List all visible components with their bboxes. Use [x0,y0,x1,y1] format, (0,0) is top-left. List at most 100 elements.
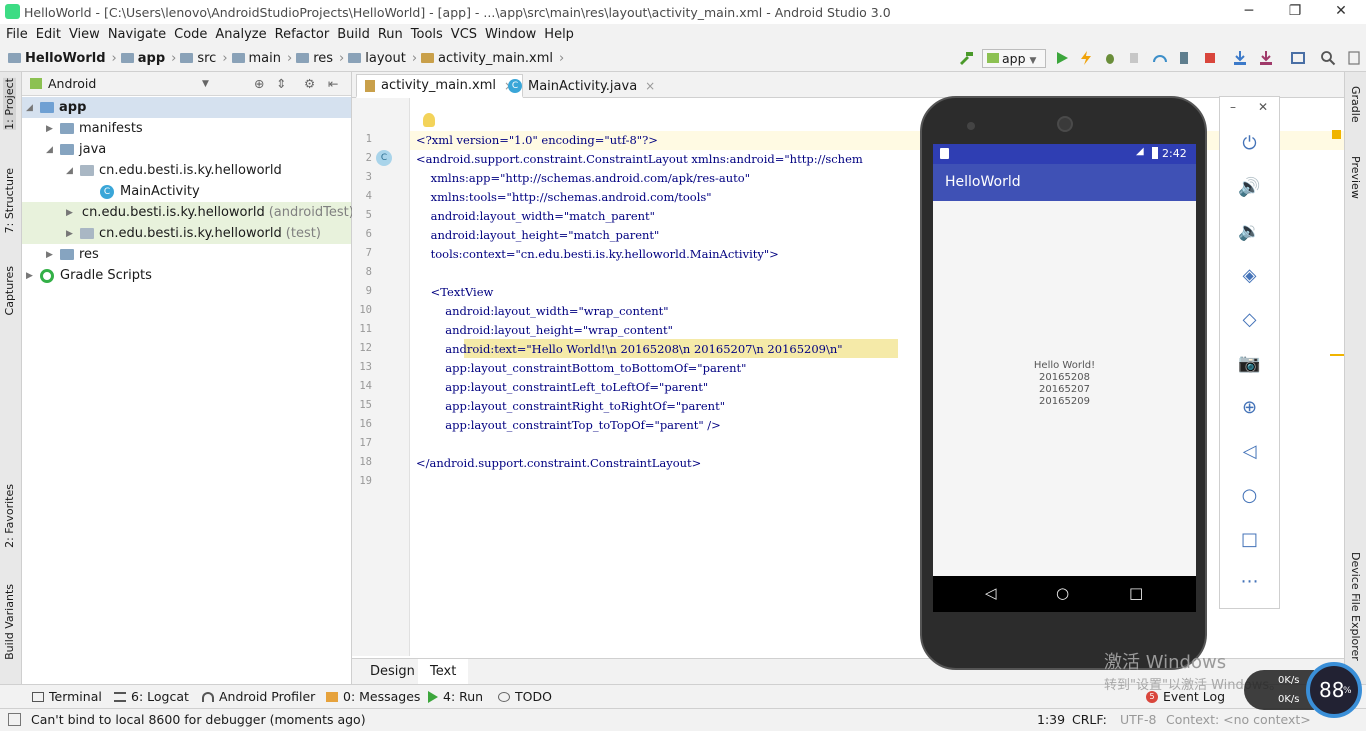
home-icon[interactable]: ○ [1056,584,1069,602]
tab-activity-main-xml[interactable]: activity_main.xml× [356,74,524,98]
tool-preview[interactable]: Preview [1349,156,1362,199]
project-structure-icon[interactable] [1290,50,1306,66]
menu-vcs[interactable]: VCS [451,27,477,42]
stop-icon[interactable] [1202,50,1218,66]
menu-navigate[interactable]: Navigate [108,27,166,42]
rotate-right-icon[interactable]: ◇ [1220,309,1279,330]
tool-structure[interactable]: 7: Structure [3,168,16,233]
sync-gradle-icon[interactable] [1232,50,1248,66]
breadcrumb-res[interactable]: res › [296,51,344,66]
tool-captures[interactable]: Captures [3,266,16,315]
run-icon[interactable] [1054,50,1070,66]
recents-icon[interactable]: □ [1129,584,1143,602]
minimize-button[interactable]: ─ [1226,0,1272,24]
tree-item-package-test[interactable]: ▶ cn.edu.besti.is.ky.helloworld (test) [22,223,351,244]
tool-favorites[interactable]: 2: Favorites [3,484,16,548]
tool-messages[interactable]: 0: Messages [326,689,420,704]
tab-text[interactable]: Text [418,659,469,685]
project-view-select[interactable]: Android [48,76,96,91]
build-hammer-icon[interactable] [958,50,974,66]
panel-toggle-icon[interactable] [1346,50,1362,66]
menu-view[interactable]: View [69,27,100,42]
status-message[interactable]: Can't bind to local 8600 for debugger (m… [31,712,366,727]
lightbulb-icon[interactable] [423,113,435,127]
tool-logcat[interactable]: 6: Logcat [114,689,189,704]
tool-run[interactable]: 4: Run [428,689,483,704]
tree-item-gradle-scripts[interactable]: ▶ Gradle Scripts [22,265,351,286]
restore-button[interactable]: ❐ [1272,0,1318,24]
menu-run[interactable]: Run [378,27,403,42]
menu-refactor[interactable]: Refactor [275,27,330,42]
tab-design[interactable]: Design [358,659,427,685]
menu-window[interactable]: Window [485,27,536,42]
close-button[interactable]: ✕ [1318,0,1364,24]
tool-todo[interactable]: TODO [498,689,552,704]
scroll-from-source-icon[interactable]: ⊕ [254,76,264,91]
gear-icon[interactable]: ⚙ [304,76,315,91]
search-icon[interactable] [1320,50,1336,66]
tree-item-app[interactable]: ◢ app [22,97,351,118]
attach-process-icon[interactable] [1176,50,1192,66]
breadcrumb-file[interactable]: activity_main.xml › [421,51,564,66]
power-icon[interactable]: ⏻ [1220,133,1279,154]
home-icon[interactable]: ○ [1220,485,1279,506]
zoom-icon[interactable]: ⊕ [1220,397,1279,418]
tree-item-java[interactable]: ◢ java [22,139,351,160]
left-tool-strip: 1: Project 7: Structure Captures 2: Favo… [0,72,22,684]
menu-edit[interactable]: Edit [36,27,61,42]
camera-icon[interactable]: 📷 [1220,353,1279,374]
tab-mainactivity-java[interactable]: C MainActivity.java × [500,74,663,98]
menu-tools[interactable]: Tools [411,27,443,42]
breadcrumb-src[interactable]: src › [180,51,228,66]
volume-down-icon[interactable]: 🔉 [1220,221,1279,242]
menu-build[interactable]: Build [337,27,370,42]
tree-item-package-androidtest[interactable]: ▶ cn.edu.besti.is.ky.helloworld (androidTe… [22,202,354,223]
sdk-manager-icon[interactable] [1258,50,1274,66]
back-icon[interactable]: ◁ [985,584,997,602]
minimize-emulator-button[interactable]: – [1230,100,1236,114]
speaker-icon [1057,116,1073,132]
volume-up-icon[interactable]: 🔊 [1220,177,1279,198]
tree-item-mainactivity[interactable]: C MainActivity [22,181,351,202]
tree-item-package[interactable]: ◢ cn.edu.besti.is.ky.helloworld [22,160,351,181]
phone-screen[interactable]: ◢ 2:42 HelloWorld Hello World! 20165208 … [933,144,1196,612]
back-icon[interactable]: ◁ [1220,441,1279,462]
menu-help[interactable]: Help [544,27,574,42]
toggle-tool-buttons-icon[interactable] [8,713,21,726]
hide-panel-icon[interactable]: ⇤ [328,76,338,91]
breadcrumb-main[interactable]: main › [231,51,292,66]
class-gutter-icon[interactable]: C [376,150,392,166]
warning-marker-icon[interactable] [1332,130,1341,139]
tool-build-variants[interactable]: Build Variants [3,584,16,660]
close-tab-icon[interactable]: × [645,79,655,93]
breadcrumb-app[interactable]: app › [120,51,176,66]
chevron-down-icon[interactable]: ▼ [202,79,209,89]
breadcrumb-layout[interactable]: layout › [348,51,417,66]
apply-changes-icon[interactable] [1078,50,1094,66]
tool-project[interactable]: 1: Project [3,78,16,130]
debug-icon[interactable] [1102,50,1118,66]
rotate-left-icon[interactable]: ◈ [1220,265,1279,286]
attach-debugger-icon[interactable] [1126,50,1142,66]
menu-file[interactable]: File [6,27,28,42]
line-separator[interactable]: CRLF: [1072,712,1107,727]
collapse-all-icon[interactable]: ⇕ [276,76,286,91]
error-stripe-marker[interactable] [1330,354,1344,356]
close-emulator-button[interactable]: ✕ [1258,100,1268,114]
menu-analyze[interactable]: Analyze [215,27,266,42]
overview-icon[interactable]: □ [1220,529,1279,550]
breadcrumb-helloworld[interactable]: HelloWorld › [8,51,117,66]
tool-device-file-explorer[interactable]: Device File Explorer [1349,552,1362,661]
tree-item-manifests[interactable]: ▶ manifests [22,118,351,139]
tool-terminal[interactable]: Terminal [32,689,102,704]
file-encoding[interactable]: UTF-8 [1120,712,1156,727]
tool-gradle[interactable]: Gradle [1349,86,1362,123]
menu-code[interactable]: Code [174,27,207,42]
tool-android-profiler[interactable]: Android Profiler [202,689,315,704]
more-icon[interactable]: ⋯ [1220,571,1279,592]
run-config-select[interactable]: app ▼ [982,49,1046,68]
caret-position[interactable]: 1:39 [1037,712,1065,727]
chevron-down-icon: ◢ [46,144,53,155]
profile-icon[interactable] [1152,50,1168,66]
tree-item-res[interactable]: ▶ res [22,244,351,265]
